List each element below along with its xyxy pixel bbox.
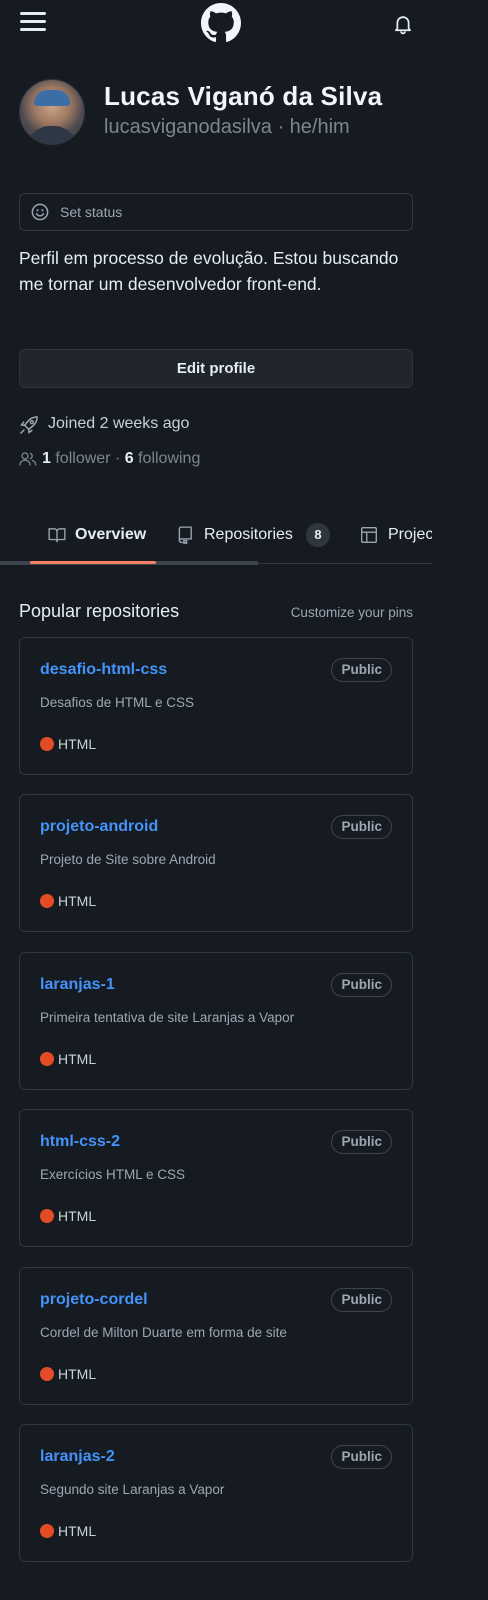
github-octocat-icon[interactable] (201, 3, 241, 43)
repositories-count-badge: 8 (306, 523, 330, 547)
language-label: HTML (58, 1523, 97, 1539)
mobile-header (0, 0, 432, 48)
language-label: HTML (58, 736, 97, 752)
profile-bio: Perfil em processo de evolução. Estou bu… (19, 248, 399, 294)
repo-description: Primeira tentativa de site Laranjas a Va… (40, 1010, 295, 1025)
repo-name-link[interactable]: projeto-cordel (40, 1291, 148, 1309)
hamburger-menu-icon[interactable] (20, 10, 48, 34)
repo-name-link[interactable]: projeto-android (40, 818, 158, 836)
visibility-badge: Public (331, 1130, 392, 1154)
followers-label[interactable]: follower (55, 450, 110, 467)
language-color-dot (40, 1209, 54, 1223)
repo-name-link[interactable]: html-css-2 (40, 1133, 120, 1151)
book-icon (48, 528, 66, 543)
repo-card: laranjas-1 Public Primeira tentativa de … (19, 952, 413, 1090)
people-icon (19, 452, 37, 466)
popular-repositories-heading: Popular repositories (19, 601, 180, 621)
repo-name-link[interactable]: laranjas-1 (40, 976, 115, 994)
language-label: HTML (58, 893, 97, 909)
language-label: HTML (58, 1366, 97, 1382)
joined-text: Joined 2 weeks ago (48, 415, 190, 432)
tab-repositories[interactable]: Repositories 8 (176, 523, 336, 554)
language-color-dot (40, 1367, 54, 1381)
tab-overview[interactable]: Overview (47, 524, 157, 554)
repo-description: Cordel de Milton Duarte em forma de site (40, 1325, 287, 1340)
repo-icon (178, 526, 192, 544)
following-count[interactable]: 6 (125, 450, 134, 467)
customize-pins-link[interactable]: Customize your pins (291, 605, 413, 620)
avatar[interactable] (19, 79, 85, 145)
selected-tab-indicator (30, 561, 156, 564)
repo-card: desafio-html-css Public Desafios de HTML… (19, 637, 413, 775)
repo-description: Exercícios HTML e CSS (40, 1167, 186, 1182)
rocket-icon (20, 416, 38, 434)
edit-profile-button[interactable]: Edit profile (19, 349, 413, 388)
language-color-dot (40, 1524, 54, 1538)
language-color-dot (40, 737, 54, 751)
repo-card: projeto-cordel Public Cordel de Milton D… (19, 1267, 413, 1405)
following-label[interactable]: following (138, 450, 200, 467)
tab-projects[interactable]: Projec (360, 524, 432, 554)
bell-icon[interactable] (393, 13, 413, 35)
tab-overview-label: Overview (75, 526, 147, 543)
language-color-dot (40, 894, 54, 908)
repo-card: projeto-android Public Projeto de Site s… (19, 794, 413, 932)
visibility-badge: Public (331, 815, 392, 839)
smiley-icon (31, 203, 49, 221)
repo-description: Segundo site Laranjas a Vapor (40, 1482, 225, 1497)
followers-count[interactable]: 1 (42, 450, 51, 467)
visibility-badge: Public (331, 973, 392, 997)
tab-repositories-label: Repositories (204, 526, 293, 543)
language-color-dot (40, 1052, 54, 1066)
table-icon (361, 527, 377, 543)
visibility-badge: Public (331, 658, 392, 682)
profile-name: Lucas Viganó da Silva (104, 81, 383, 111)
visibility-badge: Public (331, 1288, 392, 1312)
repo-card: html-css-2 Public Exercícios HTML e CSS … (19, 1109, 413, 1247)
profile-login-pronouns: lucasviganodasilva · he/him (104, 116, 350, 138)
set-status-label: Set status (60, 204, 123, 220)
repo-name-link[interactable]: laranjas-2 (40, 1448, 115, 1466)
page-right-gutter (432, 0, 488, 1600)
tab-projects-label: Projec (388, 526, 432, 543)
repo-description: Projeto de Site sobre Android (40, 852, 216, 867)
language-label: HTML (58, 1051, 97, 1067)
repo-card: laranjas-2 Public Segundo site Laranjas … (19, 1424, 413, 1562)
visibility-badge: Public (331, 1445, 392, 1469)
set-status-button[interactable]: Set status (19, 193, 413, 231)
repo-description: Desafios de HTML e CSS (40, 695, 195, 710)
language-label: HTML (58, 1208, 97, 1224)
repo-name-link[interactable]: desafio-html-css (40, 661, 167, 679)
profile-tabs: Overview Repositories 8 Projec (0, 514, 432, 568)
